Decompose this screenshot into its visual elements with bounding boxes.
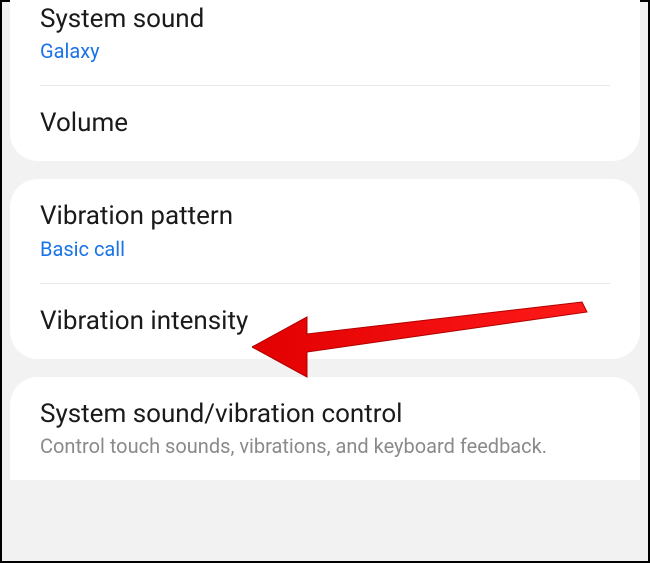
setting-title: Vibration pattern — [40, 201, 610, 232]
setting-title: System sound — [40, 4, 610, 35]
settings-card-sound: System sound Galaxy Volume — [10, 0, 640, 161]
setting-title: Volume — [40, 108, 610, 139]
setting-vibration-intensity[interactable]: Vibration intensity — [10, 284, 640, 359]
setting-value: Basic call — [40, 237, 610, 261]
setting-value: Galaxy — [40, 39, 610, 63]
setting-vibration-pattern[interactable]: Vibration pattern Basic call — [10, 179, 640, 282]
setting-title: System sound/vibration control — [40, 399, 610, 430]
setting-subtitle: Control touch sounds, vibrations, and ke… — [40, 434, 610, 458]
settings-card-vibration: Vibration pattern Basic call Vibration i… — [10, 179, 640, 358]
setting-system-sound[interactable]: System sound Galaxy — [10, 0, 640, 85]
setting-volume[interactable]: Volume — [10, 86, 640, 161]
setting-system-sound-vibration-control[interactable]: System sound/vibration control Control t… — [10, 377, 640, 480]
settings-card-system-sound-control: System sound/vibration control Control t… — [10, 377, 640, 480]
setting-title: Vibration intensity — [40, 306, 610, 337]
